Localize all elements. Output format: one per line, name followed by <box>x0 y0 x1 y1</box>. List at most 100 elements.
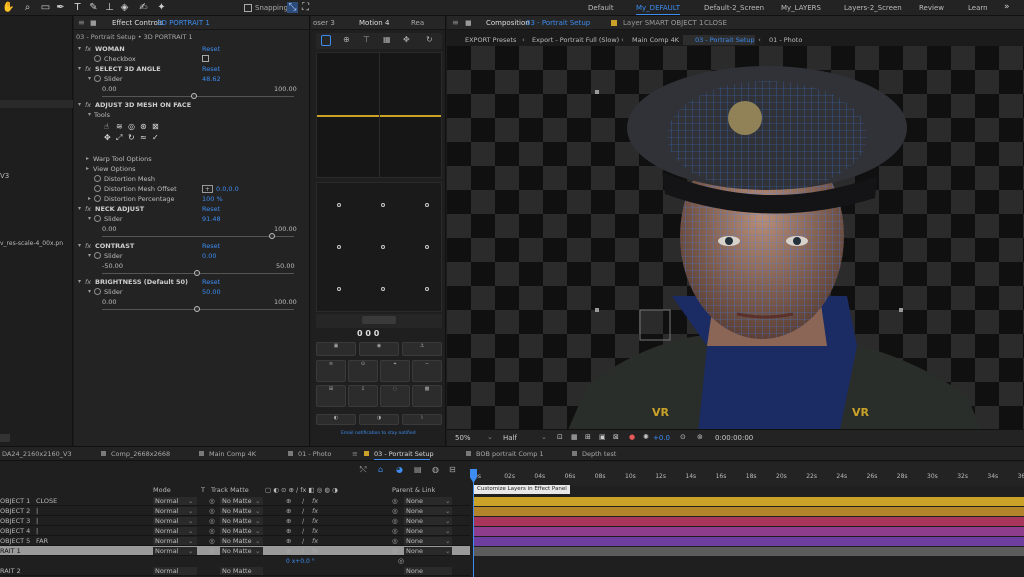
track-matte-dropdown[interactable]: No Matte <box>220 567 263 575</box>
slider-value[interactable]: 91.48 <box>202 214 221 224</box>
motion-preset-5[interactable]: ⊞ <box>316 385 346 407</box>
layer-row[interactable]: OBJECT 1 CLOSE Normal ⌄ ◎ No Matte ⌄ ⊕ / fx ◎ None ⌄ <box>0 496 470 506</box>
collapse-icon[interactable]: ▾ <box>78 44 81 54</box>
matte-link-icon[interactable]: ◎ <box>209 526 215 536</box>
eraser-tool-icon[interactable]: ◈ <box>119 2 130 13</box>
swirl-tool-icon[interactable]: ⊛ <box>140 122 147 131</box>
color-channel-icon[interactable]: ● <box>629 433 635 441</box>
push-tool-icon[interactable]: ☝ <box>104 122 109 131</box>
stopwatch-icon[interactable] <box>94 195 101 202</box>
region-icon[interactable]: ⊡ <box>557 433 563 441</box>
collapse-icon[interactable]: ▾ <box>78 100 81 110</box>
chevron-down-icon[interactable]: ⌄ <box>188 546 193 556</box>
offset-value[interactable]: 0.0,0.0 <box>216 184 239 194</box>
stopwatch-icon[interactable] <box>94 175 101 182</box>
chevron-down-icon[interactable]: ⌄ <box>188 536 193 546</box>
reset-button[interactable]: Reset <box>202 204 220 214</box>
workspace-default[interactable]: Default <box>588 4 614 12</box>
pen-tool-icon[interactable]: ✒ <box>55 2 66 13</box>
timecode-display[interactable]: 0:00:00:00 <box>715 434 753 442</box>
puppet-pin-icon[interactable]: ✦ <box>156 2 167 13</box>
pickwhip-icon[interactable]: ◎ <box>392 516 398 526</box>
lock-icon[interactable]: ■ <box>90 19 97 27</box>
motion-preset-7[interactable]: ◌ <box>380 385 410 407</box>
shy-switch-icon[interactable]: ⊕ <box>286 516 291 526</box>
zoom-tool-icon[interactable]: ⌕ <box>22 2 33 13</box>
collapse-icon[interactable]: ▾ <box>78 204 81 214</box>
chevron-down-icon[interactable]: ⌄ <box>255 546 260 556</box>
fx-icon[interactable]: fx <box>85 64 91 74</box>
collapse-icon[interactable]: ▾ <box>78 241 81 251</box>
workspace-review[interactable]: Review <box>919 4 944 12</box>
fx-icon[interactable]: fx <box>85 100 91 110</box>
pickwhip-icon[interactable]: ◎ <box>392 526 398 536</box>
anchor-point[interactable] <box>337 203 341 207</box>
stopwatch-icon[interactable] <box>94 75 101 82</box>
slider-knob[interactable] <box>194 306 200 312</box>
pickwhip-icon[interactable]: ◎ <box>392 506 398 516</box>
workspace-default-2-screen[interactable]: Default-2_Screen <box>704 4 764 12</box>
bulge-tool-icon[interactable]: ≋ <box>116 122 123 131</box>
workspace-my-layers[interactable]: My_LAYERS <box>781 4 821 12</box>
fx-icon[interactable]: fx <box>85 44 91 54</box>
layer-duration-bar[interactable] <box>474 537 1024 546</box>
chevron-down-icon[interactable]: ⌄ <box>541 433 547 441</box>
lock-icon[interactable]: ■ <box>465 19 472 27</box>
layer-row[interactable]: OBJECT 3 | Normal ⌄ ◎ No Matte ⌄ ⊕ / fx ◎ None ⌄ <box>0 516 470 526</box>
motion-graph[interactable] <box>316 52 442 178</box>
slider-value[interactable]: 48.62 <box>202 74 221 84</box>
matte-link-icon[interactable]: ◎ <box>209 496 215 506</box>
collapse-icon[interactable]: ▾ <box>78 64 81 74</box>
matte-link-icon[interactable]: ◎ <box>209 546 215 556</box>
fx-switch-icon[interactable]: fx <box>312 536 318 546</box>
fx-switch-icon[interactable]: fx <box>312 506 318 516</box>
quality-switch-icon[interactable]: / <box>302 506 304 516</box>
stopwatch-icon[interactable] <box>94 55 101 62</box>
expand-icon[interactable]: ▸ <box>88 194 91 204</box>
workspace-more-icon[interactable]: » <box>1004 2 1010 12</box>
panel-menu-icon[interactable]: ≡ <box>78 18 85 27</box>
motion-action-3[interactable]: ⌇ <box>402 414 442 425</box>
composition-viewer[interactable]: VR VR <box>447 46 1024 444</box>
project-item-file[interactable]: v_res-scale-4_00x.pn <box>0 240 63 247</box>
brush-tool-icon[interactable]: ✎ <box>88 2 99 13</box>
fx-switch-icon[interactable]: fx <box>312 546 318 556</box>
move-tool-icon[interactable]: ✥ <box>104 133 111 142</box>
layer-duration-bar[interactable] <box>474 547 1024 556</box>
matte-link-icon[interactable]: ◎ <box>209 506 215 516</box>
reset-button[interactable]: Reset <box>202 44 220 54</box>
effect-controls-tab-layer[interactable]: 3D PORTRAIT 1 <box>157 19 210 27</box>
fx-switch-icon[interactable]: fx <box>312 496 318 506</box>
breadcrumb-main-comp[interactable]: Main Comp 4K <box>632 36 679 44</box>
anchor-point[interactable] <box>381 203 385 207</box>
slider-track[interactable] <box>102 96 294 97</box>
expand-icon[interactable]: ▸ <box>86 164 89 174</box>
motion-preset-2[interactable]: ⊙ <box>348 360 378 382</box>
reset-button[interactable]: Reset <box>202 64 220 74</box>
panel-menu-icon[interactable]: ≡ <box>352 450 358 458</box>
pinch-tool-icon[interactable]: ⊠ <box>152 122 159 131</box>
resolution-dropdown[interactable]: Half <box>503 434 517 442</box>
expand-icon[interactable]: ▾ <box>88 110 91 120</box>
pickwhip-icon[interactable]: ◎ <box>392 546 398 556</box>
fx-switch-icon[interactable]: fx <box>312 526 318 536</box>
composition-tab-name[interactable]: 03 - Portrait Setup <box>526 19 590 27</box>
tab-composer[interactable]: oser 3 <box>313 19 335 27</box>
layer-row[interactable]: RAIT 2 Normal No Matte None <box>0 566 470 576</box>
frame-blend-icon[interactable]: ⌂ <box>378 465 383 474</box>
matte-link-icon[interactable]: ◎ <box>209 516 215 526</box>
parent-dropdown[interactable]: None <box>404 567 452 575</box>
layer-name[interactable]: RAIT 1 <box>0 546 21 556</box>
motion-preset-1[interactable]: ≋ <box>316 360 346 382</box>
chevron-down-icon[interactable]: ⌄ <box>445 506 450 516</box>
expand-icon[interactable]: ▾ <box>88 287 91 297</box>
composition-tab-label[interactable]: Composition <box>486 19 530 27</box>
breadcrumb-export-presets[interactable]: EXPORT Presets <box>465 36 516 44</box>
tab-motion[interactable]: Motion 4 <box>359 19 389 27</box>
motion-slider[interactable] <box>362 316 396 324</box>
pickwhip-icon[interactable]: ◎ <box>392 496 398 506</box>
timeline-tab-7[interactable]: Depth test <box>582 450 616 458</box>
graph-editor-icon[interactable]: ▤ <box>414 465 422 474</box>
tab-rea[interactable]: Rea <box>411 19 424 27</box>
guide-icon[interactable]: ▣ <box>599 433 606 441</box>
